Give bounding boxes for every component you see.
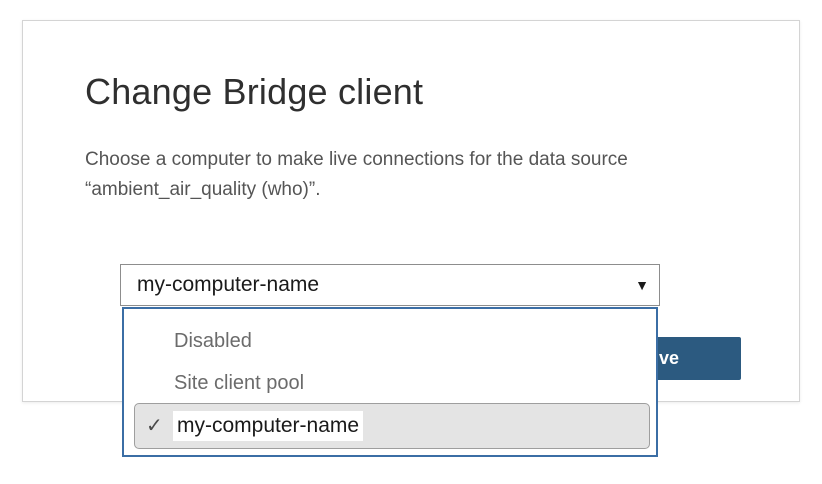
option-label: my-computer-name xyxy=(173,411,364,441)
select-current-value: my-computer-name xyxy=(137,273,320,296)
option-disabled[interactable]: Disabled xyxy=(174,330,252,353)
option-site-client-pool[interactable]: Site client pool xyxy=(174,372,304,395)
checkmark-icon: ✓ xyxy=(146,415,163,437)
bridge-client-dropdown: Disabled Site client pool ✓ my-computer-… xyxy=(122,307,658,457)
bridge-client-select[interactable]: my-computer-name ▼ xyxy=(120,264,660,306)
description-line-1: Choose a computer to make live connectio… xyxy=(85,149,628,170)
caret-down-icon[interactable]: ▼ xyxy=(635,276,649,294)
dialog-title: Change Bridge client xyxy=(85,71,424,112)
screen: Change Bridge client Choose a computer t… xyxy=(0,0,822,484)
description-line-2: “ambient_air_quality (who)”. xyxy=(85,179,321,200)
dialog-description: Choose a computer to make live connectio… xyxy=(85,145,745,205)
option-my-computer-name[interactable]: ✓ my-computer-name xyxy=(134,403,650,449)
